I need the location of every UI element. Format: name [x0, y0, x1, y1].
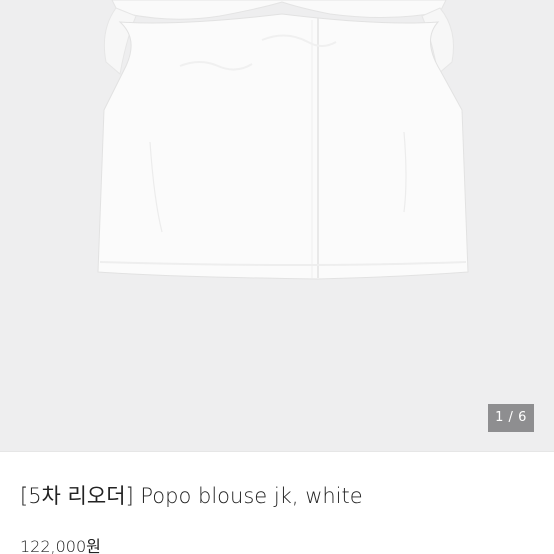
product-page: 1 / 6 [5차 리오더] Popo blouse jk, white 122…: [0, 0, 554, 554]
product-title: [5차 리오더] Popo blouse jk, white: [20, 484, 363, 508]
image-gallery[interactable]: 1 / 6: [0, 0, 554, 451]
product-image[interactable]: [0, 0, 554, 451]
divider: [0, 451, 554, 452]
product-price: 122,000원: [20, 537, 101, 554]
image-counter: 1 / 6: [488, 404, 534, 432]
